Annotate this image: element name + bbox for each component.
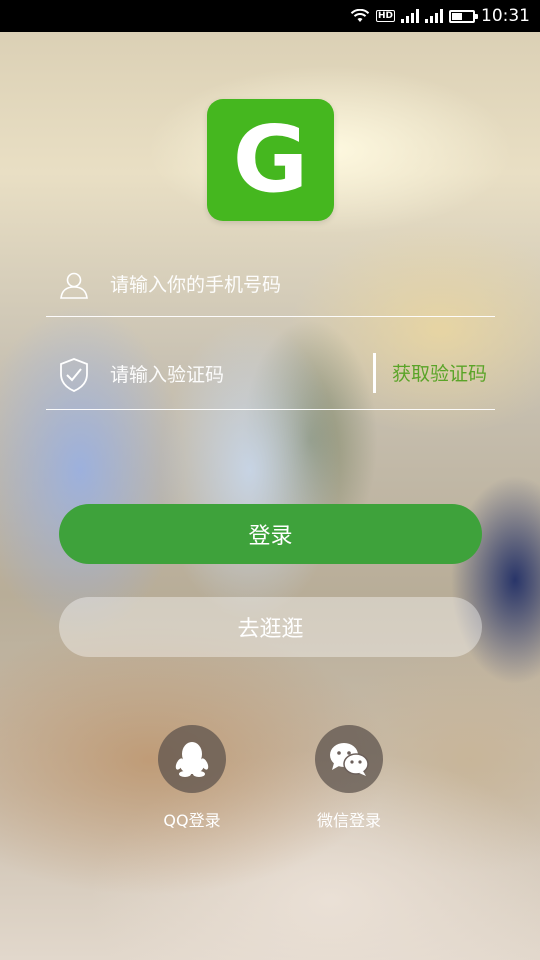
field-divider <box>373 353 376 393</box>
wechat-icon[interactable] <box>315 725 383 793</box>
hd-badge: HD <box>375 10 395 22</box>
qq-icon[interactable] <box>158 725 226 793</box>
user-icon <box>46 240 102 300</box>
wechat-login-label: 微信登录 <box>316 811 381 830</box>
logo-letter: G <box>232 106 309 213</box>
status-bar: HD 10:31 <box>0 0 540 32</box>
battery-fill <box>452 12 462 20</box>
wifi-icon <box>350 9 370 23</box>
battery-icon <box>449 9 478 23</box>
app-logo: G <box>207 99 334 221</box>
code-row: 获取验证码 <box>46 317 495 410</box>
login-button[interactable]: 登录 <box>59 504 482 564</box>
phone-number-input[interactable] <box>110 244 370 296</box>
wechat-login[interactable]: 微信登录 <box>299 725 399 831</box>
qq-login[interactable]: QQ登录 <box>142 725 242 831</box>
verification-code-input[interactable] <box>110 340 370 386</box>
qq-login-label: QQ登录 <box>163 811 221 830</box>
status-time: 10:31 <box>481 6 530 26</box>
signal-icon-sim2 <box>425 9 443 23</box>
signal-icon-sim1 <box>401 9 419 23</box>
phone-row <box>46 224 495 317</box>
shield-check-icon <box>46 333 102 393</box>
get-code-button[interactable]: 获取验证码 <box>392 359 487 386</box>
browse-button[interactable]: 去逛逛 <box>59 597 482 657</box>
